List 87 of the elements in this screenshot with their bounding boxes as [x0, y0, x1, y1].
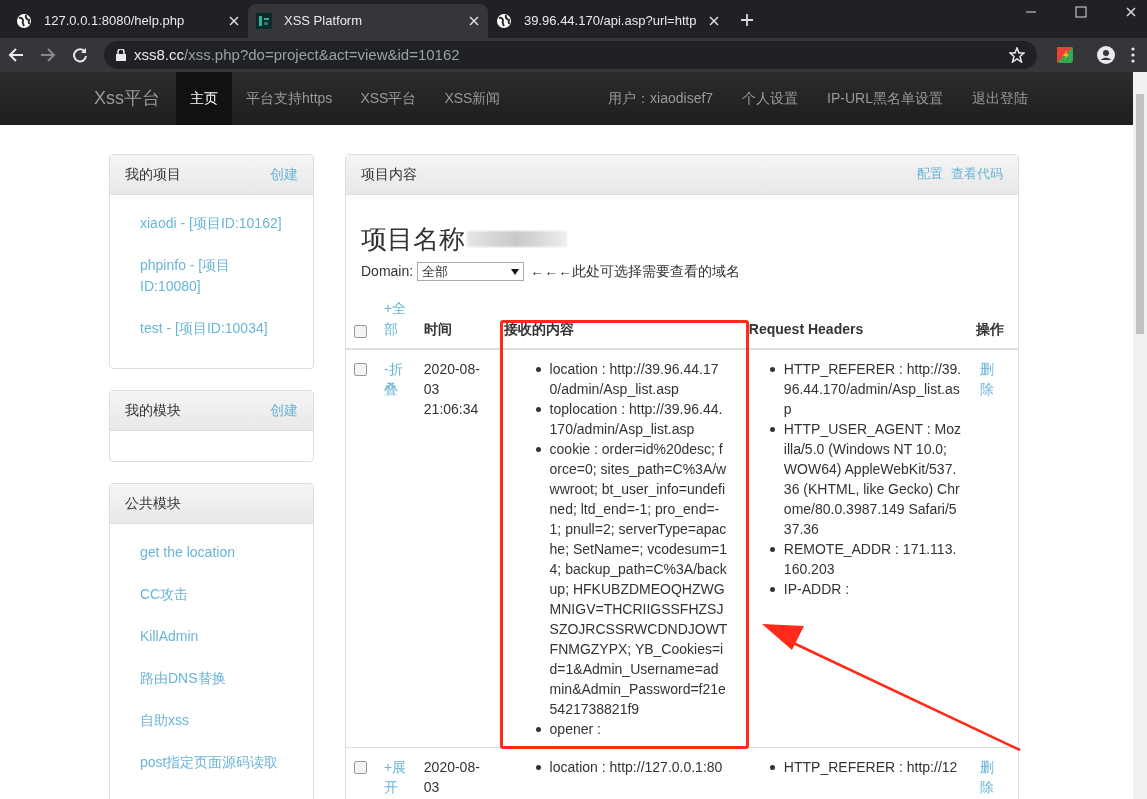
delete-link[interactable]: 删除: [980, 757, 996, 797]
create-link[interactable]: 创建: [270, 400, 298, 421]
app-icon: [256, 13, 272, 29]
browser-tab[interactable]: XSS Platform: [248, 4, 488, 38]
nav-link[interactable]: XSS平台: [346, 72, 431, 125]
checkbox[interactable]: [354, 761, 367, 774]
sidebar-link[interactable]: 自助xss: [140, 710, 290, 731]
domain-select[interactable]: 全部: [417, 262, 525, 281]
panel-title: 公共模块: [125, 494, 181, 513]
address-bar[interactable]: xss8.cc/xss.php?do=project&act=view&id=10162: [104, 41, 1037, 69]
sidebar-link[interactable]: phpinfo - [项目ID:10080]: [140, 255, 290, 297]
sidebar-link[interactable]: KillAdmin: [140, 626, 290, 647]
checkbox[interactable]: [354, 325, 367, 338]
bullet: [535, 367, 541, 372]
bullet: [535, 727, 541, 732]
panel-title: 项目内容: [361, 165, 417, 184]
list-item-text: HTTP_USER_AGENT : Mozilla/5.0 (Windows NT 10.0; WOW64) AppleWebKit/537.36 (KHTML, like Gecko) Chrome/80.0.3987.149 Safari/537.36: [783, 421, 961, 537]
star-icon[interactable]: [1009, 47, 1025, 63]
project-heading: 项目名称: [361, 223, 465, 256]
nav-link[interactable]: XSS新闻: [430, 72, 515, 125]
forward-icon[interactable]: [40, 47, 56, 63]
reload-icon[interactable]: [72, 47, 88, 63]
sidebar-link[interactable]: xiaodi - [项目ID:10162]: [140, 213, 290, 234]
nav-link[interactable]: IP-URL黑名单设置: [827, 88, 943, 109]
panel-action-link[interactable]: 查看代码: [951, 164, 1003, 184]
checkbox[interactable]: [354, 363, 367, 376]
lock-icon: [116, 49, 126, 61]
tab-title: 127.0.0.1:8080/help.php: [44, 12, 186, 31]
panel-title: 我的模块: [125, 401, 181, 420]
delete-link[interactable]: 删除: [980, 359, 996, 399]
nav-link[interactable]: 用户：xiaodisef7: [608, 88, 714, 109]
bullet: [535, 407, 541, 412]
list-item-text: IP-ADDR :: [783, 581, 850, 597]
nav-link[interactable]: 退出登陆: [972, 88, 1028, 109]
globe-icon: [16, 13, 32, 29]
close-icon[interactable]: [708, 15, 721, 27]
back-icon[interactable]: [8, 47, 24, 63]
list-item-text: HTTP_REFERER : http://39.96.44.170/admin/Asp_list.asp: [783, 361, 962, 417]
column-header: 接收的内容: [503, 321, 574, 337]
bullet: [769, 765, 775, 770]
bullet: [769, 587, 775, 592]
bullet: [535, 765, 541, 770]
tab-title: XSS Platform: [284, 12, 364, 31]
url-path: /xss.php?do=project&act=view&id=10162: [184, 44, 460, 65]
brand-logo[interactable]: Xss平台: [94, 85, 160, 112]
panel-title: 我的项目: [125, 165, 181, 184]
nav-link[interactable]: 主页: [176, 72, 232, 125]
dropdown-icon: [511, 268, 520, 275]
bullet: [769, 547, 775, 552]
list-item-text: HTTP_REFERER : http://12: [783, 759, 958, 775]
bullet: [769, 367, 775, 372]
sidebar-link[interactable]: get the location: [140, 542, 290, 563]
sidebar-link[interactable]: CC攻击: [140, 584, 290, 605]
table-cell-text: 2020-08-03 21:06:34: [423, 360, 481, 419]
bullet: [535, 447, 541, 452]
create-link[interactable]: 创建: [270, 164, 298, 185]
column-header: Request Headers: [748, 321, 864, 337]
close-icon[interactable]: [1125, 6, 1137, 18]
toggle-link[interactable]: -折叠: [383, 359, 404, 399]
panel-action-link[interactable]: 配置: [917, 164, 943, 184]
domain-hint: ←←←此处可选择需要查看的域名: [530, 262, 741, 281]
domain-label: Domain:: [361, 262, 414, 281]
sidebar-link[interactable]: test - [项目ID:10034]: [140, 318, 290, 339]
menu-icon[interactable]: [1131, 47, 1135, 63]
toggle-link[interactable]: +展开: [383, 757, 404, 797]
bullet: [769, 427, 775, 432]
list-item-text: opener :: [549, 721, 601, 737]
table-cell-text: 2020-08-03: [423, 758, 481, 797]
list-item-text: REMOTE_ADDR : 171.113.160.203: [783, 541, 957, 577]
url-host: xss8.cc: [134, 44, 184, 65]
profile-icon[interactable]: [1097, 46, 1115, 64]
scrollbar[interactable]: [1133, 72, 1147, 799]
close-icon[interactable]: [228, 15, 240, 27]
globe-icon: [496, 13, 512, 29]
tab-title: 39.96.44.170/api.asp?url=http: [524, 12, 697, 31]
close-icon[interactable]: [468, 15, 480, 27]
plus-icon[interactable]: [740, 13, 754, 27]
list-item-text: location : http://127.0.0.1:80: [549, 759, 723, 775]
column-header: 时间: [423, 321, 452, 337]
nav-link[interactable]: 个人设置: [742, 88, 799, 109]
nav-link[interactable]: 平台支持https: [232, 72, 347, 125]
expand-all-link[interactable]: +全部: [383, 298, 414, 340]
column-header: 操作: [976, 321, 1005, 337]
maximize-icon[interactable]: [1075, 6, 1087, 18]
extension-icon[interactable]: [1057, 47, 1073, 63]
sidebar-link[interactable]: 路由DNS替换: [140, 668, 290, 689]
sidebar-link[interactable]: post指定页面源码读取: [140, 752, 290, 773]
